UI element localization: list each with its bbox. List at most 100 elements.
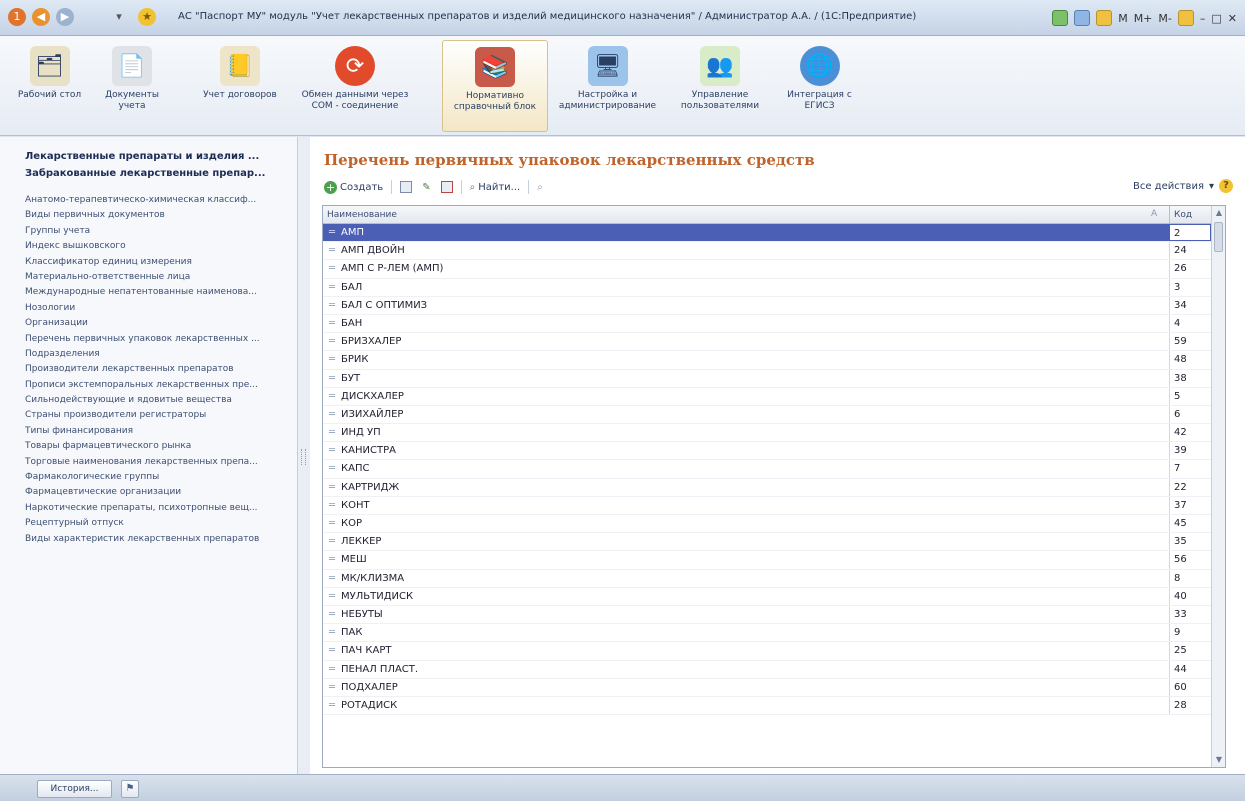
section-egisz[interactable]: 🌐 Интеграция с ЕГИСЗ	[782, 40, 857, 132]
nav-item[interactable]: Международные непатентованные наименова.…	[25, 285, 287, 300]
minimize-icon[interactable]: –	[1200, 12, 1206, 25]
nav-item[interactable]: Типы финансирования	[25, 424, 287, 439]
nav-item[interactable]: Виды характеристик лекарственных препара…	[25, 532, 287, 547]
column-header-code[interactable]: Код	[1169, 206, 1211, 224]
nav-item[interactable]: Сильнодействующие и ядовитые вещества	[25, 393, 287, 408]
table-row[interactable]: ═ БАЛ 3	[323, 278, 1211, 297]
nav-item[interactable]: Наркотические препараты, психотропные ве…	[25, 501, 287, 516]
calculator-icon[interactable]	[1096, 10, 1113, 26]
splitter-grip[interactable]	[301, 449, 306, 465]
edit-button[interactable]: ✎	[420, 178, 432, 196]
nav-header-rejected[interactable]: Забракованные лекарственные препар...	[25, 168, 265, 179]
memory-mminus-button[interactable]: M-	[1158, 12, 1171, 25]
nav-item[interactable]: Подразделения	[25, 347, 287, 362]
table-row[interactable]: ═ МУЛЬТИДИСК 40	[323, 587, 1211, 606]
scrollbar-thumb[interactable]	[1214, 222, 1223, 252]
table-row[interactable]: ═ БАН 4	[323, 314, 1211, 334]
table-row[interactable]: ═ ИЗИХАЙЛЕР 6	[323, 405, 1211, 425]
app-logo-icon[interactable]: 1	[8, 8, 26, 26]
section-reference[interactable]: 📚 Нормативно справочный блок	[442, 40, 548, 132]
nav-item[interactable]: Перечень первичных упаковок лекарственны…	[25, 332, 287, 347]
dropdown-icon[interactable]: ▾	[110, 8, 128, 26]
table-row[interactable]: ═ НЕБУТЫ 33	[323, 605, 1211, 625]
messages-icon[interactable]: ⚑	[121, 780, 139, 798]
copy-button[interactable]	[398, 178, 414, 196]
history-button[interactable]: История...	[37, 780, 112, 798]
table-row[interactable]: ═ ИНД УП 42	[323, 424, 1211, 443]
table-row[interactable]: ═ КАПС 7	[323, 460, 1211, 479]
delete-button[interactable]	[439, 178, 455, 196]
forward-icon[interactable]: ▶	[56, 8, 74, 26]
section-documents[interactable]: 📄 Документы учета	[92, 40, 172, 132]
nav-item[interactable]: Прописи экстемпоральных лекарственных пр…	[25, 378, 287, 393]
pencil-icon: ✎	[422, 181, 431, 193]
table-row[interactable]: ═ КАНИСТРА 39	[323, 442, 1211, 461]
item-icon: ═	[329, 627, 336, 639]
info-icon[interactable]	[1052, 10, 1069, 26]
table-row[interactable]: ═ ПОДХАЛЕР 60	[323, 678, 1211, 697]
create-button[interactable]: + Создать	[322, 178, 385, 196]
nav-list: Анатомо-терапевтическо-химическая класси…	[25, 193, 287, 547]
table-row[interactable]: ═ БРИЗХАЛЕР 59	[323, 333, 1211, 352]
section-settings[interactable]: 🖥 Настройка и администрирование	[555, 40, 660, 132]
all-actions-menu[interactable]: Все действия ▾ ?	[1133, 179, 1233, 193]
section-contracts[interactable]: 📒 Учет договоров	[185, 40, 295, 132]
table-row[interactable]: ═ БУТ 38	[323, 369, 1211, 388]
nav-item[interactable]: Товары фармацевтического рынка	[25, 439, 287, 454]
close-icon[interactable]: ✕	[1228, 12, 1237, 25]
table-row[interactable]: ═ ДИСКХАЛЕР 5	[323, 387, 1211, 406]
table-row[interactable]: ═ МЕШ 56	[323, 551, 1211, 570]
section-exchange[interactable]: ⟳ Обмен данными через COM - соединение	[300, 40, 410, 132]
nav-item[interactable]: Анатомо-терапевтическо-химическая класси…	[25, 193, 287, 208]
nav-item[interactable]: Торговые наименования лекарственных преп…	[25, 455, 287, 470]
nav-item[interactable]: Фармацевтические организации	[25, 485, 287, 500]
section-desktop[interactable]: 🗂 Рабочий стол	[12, 40, 87, 132]
maximize-icon[interactable]: □	[1211, 12, 1221, 25]
scroll-up-icon[interactable]: ▲	[1212, 206, 1225, 220]
nav-item[interactable]: Группы учета	[25, 224, 287, 239]
table-row[interactable]: ═ БАЛ С ОПТИМИЗ 34	[323, 296, 1211, 315]
nav-header-drugs[interactable]: Лекарственные препараты и изделия ...	[25, 151, 259, 162]
info-dropdown-icon[interactable]	[1177, 10, 1194, 26]
star-icon[interactable]: ★	[138, 8, 156, 26]
table-row[interactable]: ═ КОР 45	[323, 515, 1211, 534]
item-icon: ═	[329, 481, 336, 493]
nav-item[interactable]: Виды первичных документов	[25, 208, 287, 223]
table-row[interactable]: ═ АМП 2	[323, 224, 1211, 243]
cancel-search-button[interactable]: ⌕	[535, 178, 545, 196]
table-row[interactable]: ═ ПАК 9	[323, 624, 1211, 643]
table-row[interactable]: ═ РОТАДИСК 28	[323, 696, 1211, 716]
table-row[interactable]: ═ БРИК 48	[323, 351, 1211, 370]
table-row[interactable]: ═ КАРТРИДЖ 22	[323, 478, 1211, 497]
table-row[interactable]: ═ МК/КЛИЗМА 8	[323, 569, 1211, 588]
table-row[interactable]: ═ ЛЕККЕР 35	[323, 533, 1211, 552]
nav-item[interactable]: Фармакологические группы	[25, 470, 287, 485]
help-icon[interactable]: ?	[1219, 179, 1233, 193]
nav-item[interactable]: Организации	[25, 316, 287, 331]
scroll-down-icon[interactable]: ▼	[1212, 753, 1225, 767]
table-body: ═ АМП 2 ═ АМП ДВОЙН 24 ═ АМП С Р-ЛЕМ (АМП) 26 …	[323, 224, 1211, 716]
nav-item[interactable]: Классификатор единиц измерения	[25, 255, 287, 270]
nav-item[interactable]: Страны производители регистраторы	[25, 408, 287, 423]
table-row[interactable]: ═ АМП ДВОЙН 24	[323, 242, 1211, 261]
calendar-icon[interactable]	[1074, 10, 1091, 26]
column-header-name[interactable]: Наименование	[327, 210, 397, 220]
table-row[interactable]: ═ ПАЧ КАРТ 25	[323, 642, 1211, 661]
nav-item[interactable]: Нозологии	[25, 301, 287, 316]
cell-name: БАЛ	[341, 281, 363, 293]
cell-code: 40	[1169, 587, 1211, 605]
back-icon[interactable]: ◀	[32, 8, 50, 26]
section-users[interactable]: 👥 Управление пользователями	[670, 40, 770, 132]
table-row[interactable]: ═ КОНТ 37	[323, 496, 1211, 515]
table-row[interactable]: ═ АМП С Р-ЛЕМ (АМП) 26	[323, 260, 1211, 279]
memory-mplus-button[interactable]: M+	[1134, 12, 1153, 25]
nav-item[interactable]: Производители лекарственных препаратов	[25, 362, 287, 377]
nav-item[interactable]: Материально-ответственные лица	[25, 270, 287, 285]
memory-m-button[interactable]: M	[1118, 12, 1128, 25]
table-row[interactable]: ═ ПЕНАЛ ПЛАСТ. 44	[323, 660, 1211, 679]
nav-item[interactable]: Индекс вышковского	[25, 239, 287, 254]
vertical-scrollbar[interactable]: ▲ ▼	[1211, 206, 1225, 767]
find-button[interactable]: ⌕ Найти...	[468, 178, 523, 196]
panel-splitter[interactable]	[298, 137, 310, 774]
nav-item[interactable]: Рецептурный отпуск	[25, 516, 287, 531]
